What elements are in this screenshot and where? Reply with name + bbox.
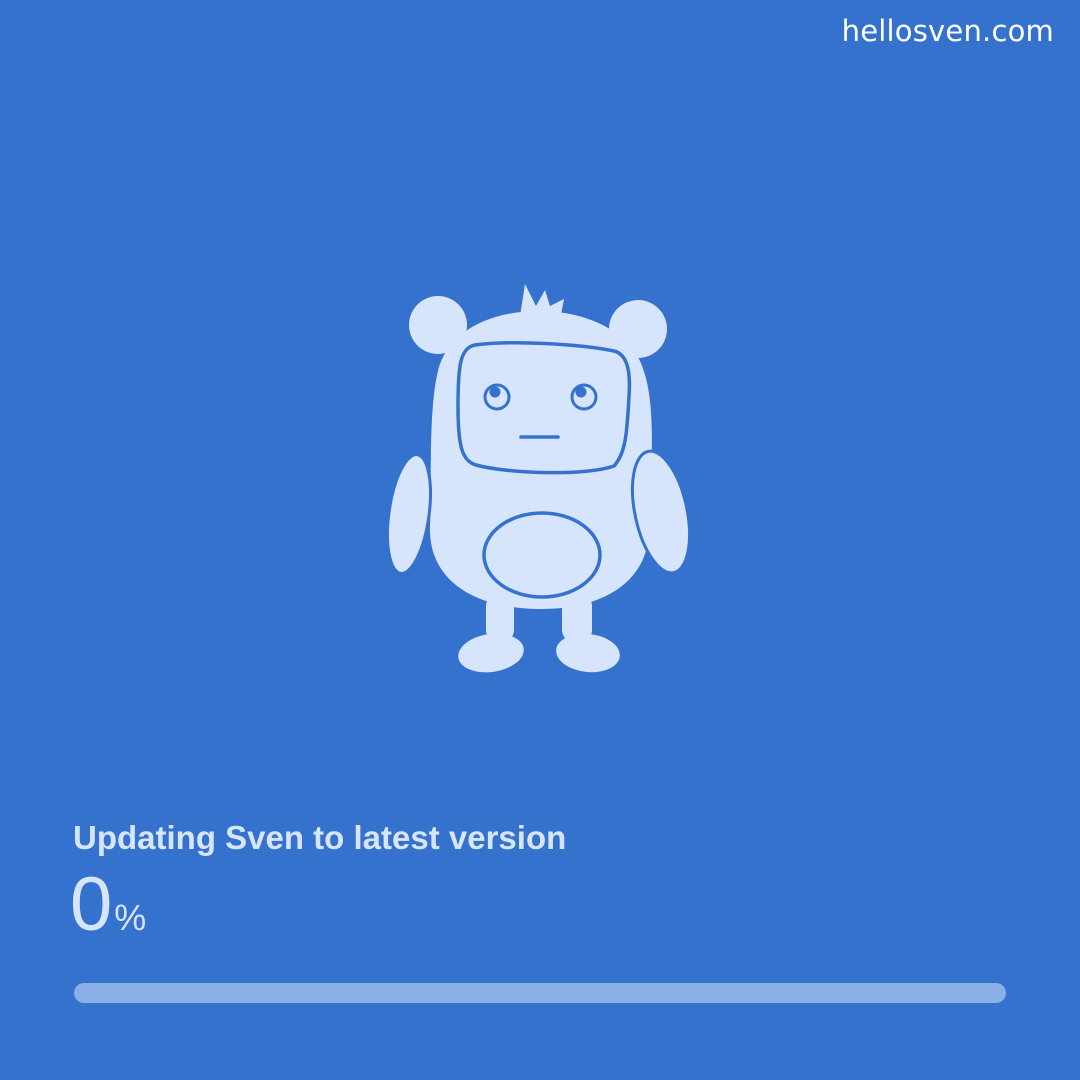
progress-readout: 0% [70, 860, 146, 950]
progress-percent-unit: % [114, 897, 147, 938]
progress-bar [74, 983, 1006, 1003]
robot-bear-mascot-icon [386, 284, 692, 673]
mascot-illustration [380, 276, 700, 676]
update-status: Updating Sven to latest version [73, 818, 566, 858]
progress-percent-value: 0 [70, 862, 113, 947]
brand-url: hellosven.com [841, 14, 1054, 48]
update-status-title: Updating Sven to latest version [73, 819, 567, 856]
